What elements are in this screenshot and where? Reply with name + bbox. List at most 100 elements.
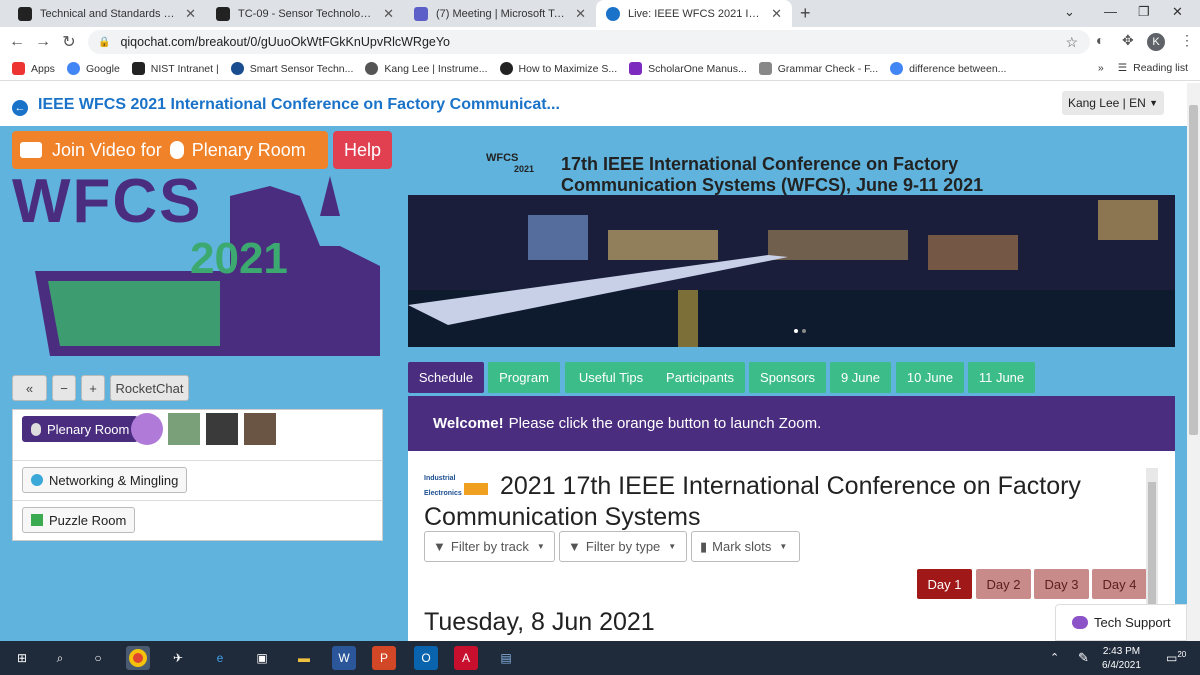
tab-10-june[interactable]: 10 June xyxy=(896,362,964,393)
close-icon[interactable]: ✕ xyxy=(765,6,782,22)
close-icon[interactable]: ✕ xyxy=(569,6,586,22)
schedule-title-text: 2021 17th IEEE International Conference … xyxy=(424,472,1081,531)
bookmark-label: Grammar Check - F... xyxy=(777,62,879,75)
main-content: WFCS 2021 Join Video for Plenary Room He… xyxy=(0,126,1187,641)
reading-list[interactable]: » ☰ Reading list xyxy=(1098,62,1188,74)
room-label: Plenary Room xyxy=(47,421,130,437)
chrome-icon[interactable] xyxy=(126,646,150,670)
browser-tab[interactable]: (7) Meeting | Microsoft Teams ✕ xyxy=(404,0,596,27)
bookmark-item[interactable]: difference between... xyxy=(890,62,1006,75)
browser-tab[interactable]: TC-09 - Sensor Technology | IEEE… ✕ xyxy=(206,0,404,27)
file-explorer-icon[interactable]: ▬ xyxy=(292,646,316,670)
tech-support-button[interactable]: Tech Support xyxy=(1055,604,1187,641)
windows-start-icon[interactable]: ⊞ xyxy=(10,646,34,670)
clock[interactable]: 2:43 PM 6/4/2021 xyxy=(1102,646,1141,671)
bookmark-label: NIST Intranet | xyxy=(150,62,219,75)
pen-icon[interactable]: ✎ xyxy=(1078,650,1089,666)
address-bar[interactable]: 🔒 qiqochat.com/breakout/0/gUuoOkWtFGkKnU… xyxy=(88,30,1090,54)
close-icon[interactable]: ✕ xyxy=(179,6,196,22)
tray-chevron-icon[interactable]: ⌃ xyxy=(1050,651,1059,664)
tab-favicon xyxy=(18,6,32,21)
tab-9-june[interactable]: 9 June xyxy=(830,362,891,393)
plenary-room-button[interactable]: Plenary Room xyxy=(22,416,139,442)
search-icon[interactable]: ⌕ xyxy=(48,646,72,670)
edge-icon[interactable]: e xyxy=(208,646,232,670)
collapse-icon[interactable]: « xyxy=(12,375,47,401)
tech-support-label: Tech Support xyxy=(1094,615,1171,630)
puzzle-extensions-icon[interactable]: ✥ xyxy=(1122,32,1134,49)
new-tab-icon[interactable]: + xyxy=(800,3,811,24)
day-4-button[interactable]: Day 4 xyxy=(1092,569,1147,599)
more-bookmarks-icon[interactable]: » xyxy=(1098,62,1104,74)
tab-favicon xyxy=(216,6,230,21)
bookmark-star-icon[interactable]: ☆ xyxy=(1065,34,1078,51)
globe-icon xyxy=(365,62,379,75)
networking-room-button[interactable]: Networking & Mingling xyxy=(22,467,188,493)
bookmark-item[interactable]: NIST Intranet | xyxy=(131,62,219,75)
avatar[interactable] xyxy=(244,413,276,445)
scholarone-icon xyxy=(629,62,643,75)
browser-tab-strip: Technical and Standards Commit… ✕ TC-09 … xyxy=(0,0,1200,27)
bookmark-item[interactable]: ScholarOne Manus... xyxy=(629,62,747,75)
word-icon[interactable]: W xyxy=(332,646,356,670)
teams-icon[interactable]: ▣ xyxy=(250,646,274,670)
window-close-icon[interactable]: ✕ xyxy=(1172,4,1183,20)
bookmark-item[interactable]: Apps xyxy=(12,62,55,75)
forward-icon[interactable]: → xyxy=(30,33,56,51)
page-title[interactable]: IEEE WFCS 2021 International Conference … xyxy=(38,96,560,114)
puzzle-icon xyxy=(31,514,43,526)
tab-11-june[interactable]: 11 June xyxy=(968,362,1035,393)
minimize-icon[interactable]: — xyxy=(1104,4,1117,19)
zoom-out-icon[interactable]: − xyxy=(52,375,76,401)
bridge-night-photo xyxy=(408,195,1175,347)
reload-icon[interactable]: ↻ xyxy=(56,32,82,52)
grammar-icon xyxy=(758,62,772,75)
user-menu-button[interactable]: Kang Lee | EN ▼ xyxy=(1062,91,1164,115)
menu-icon[interactable]: ⋮ xyxy=(1180,32,1194,49)
day-3-button[interactable]: Day 3 xyxy=(1034,569,1089,599)
notification-icon[interactable]: ▭20 xyxy=(1166,650,1186,665)
acrobat-icon[interactable]: A xyxy=(454,646,478,670)
tab-search-icon[interactable]: ⌄ xyxy=(1064,4,1075,20)
tab-program[interactable]: Program xyxy=(488,362,560,393)
bookmark-item[interactable]: How to Maximize S... xyxy=(499,62,617,75)
back-arrow-icon[interactable]: ← xyxy=(12,100,28,116)
mark-slots-button[interactable]: ▮ Mark slots ▼ xyxy=(691,531,800,562)
zoom-in-icon[interactable]: + xyxy=(81,375,105,401)
avatar[interactable] xyxy=(131,413,163,445)
filter-type-button[interactable]: ▼ Filter by type ▼ xyxy=(559,531,687,562)
bookmark-item[interactable]: Smart Sensor Techn... xyxy=(230,62,353,75)
bookmark-item[interactable]: Google xyxy=(66,62,120,75)
extension-icon[interactable]: ◐ xyxy=(1096,32,1104,48)
day-2-button[interactable]: Day 2 xyxy=(976,569,1031,599)
outlook-icon[interactable]: O xyxy=(414,646,438,670)
scroll-thumb[interactable] xyxy=(1189,105,1198,435)
close-icon[interactable]: ✕ xyxy=(377,6,394,22)
bookmark-item[interactable]: Kang Lee | Instrume... xyxy=(365,62,488,75)
app-icon[interactable]: ✈ xyxy=(166,646,190,670)
powerpoint-icon[interactable]: P xyxy=(372,646,396,670)
tab-schedule[interactable]: Schedule xyxy=(408,362,484,393)
avatar[interactable] xyxy=(168,413,200,445)
tab-useful-tips[interactable]: Useful Tips xyxy=(565,362,657,393)
back-icon[interactable]: ← xyxy=(4,33,30,51)
task-view-icon[interactable]: ○ xyxy=(86,646,110,670)
avatar[interactable] xyxy=(206,413,238,445)
puzzle-room-button[interactable]: Puzzle Room xyxy=(22,507,136,533)
tab-sponsors[interactable]: Sponsors xyxy=(749,362,826,393)
browser-tab-active[interactable]: Live: IEEE WFCS 2021 Internatio… ✕ xyxy=(596,0,792,27)
page-scrollbar[interactable] xyxy=(1187,83,1200,641)
tab-participants[interactable]: Participants xyxy=(655,362,745,393)
filter-track-button[interactable]: ▼ Filter by track ▼ xyxy=(424,531,555,562)
browser-tab[interactable]: Technical and Standards Commit… ✕ xyxy=(8,0,206,27)
app-icon[interactable]: ▤ xyxy=(494,646,518,670)
day-1-button[interactable]: Day 1 xyxy=(917,569,972,599)
maximize-icon[interactable]: ❐ xyxy=(1138,4,1150,20)
rocketchat-button[interactable]: RocketChat xyxy=(110,375,189,401)
join-video-button[interactable]: Join Video for Plenary Room xyxy=(12,131,328,169)
bookmark-item[interactable]: Grammar Check - F... xyxy=(758,62,879,75)
profile-avatar[interactable]: K xyxy=(1147,33,1165,51)
video-camera-icon xyxy=(20,142,42,158)
help-button[interactable]: Help xyxy=(333,131,392,169)
scroll-thumb[interactable] xyxy=(1148,482,1156,607)
